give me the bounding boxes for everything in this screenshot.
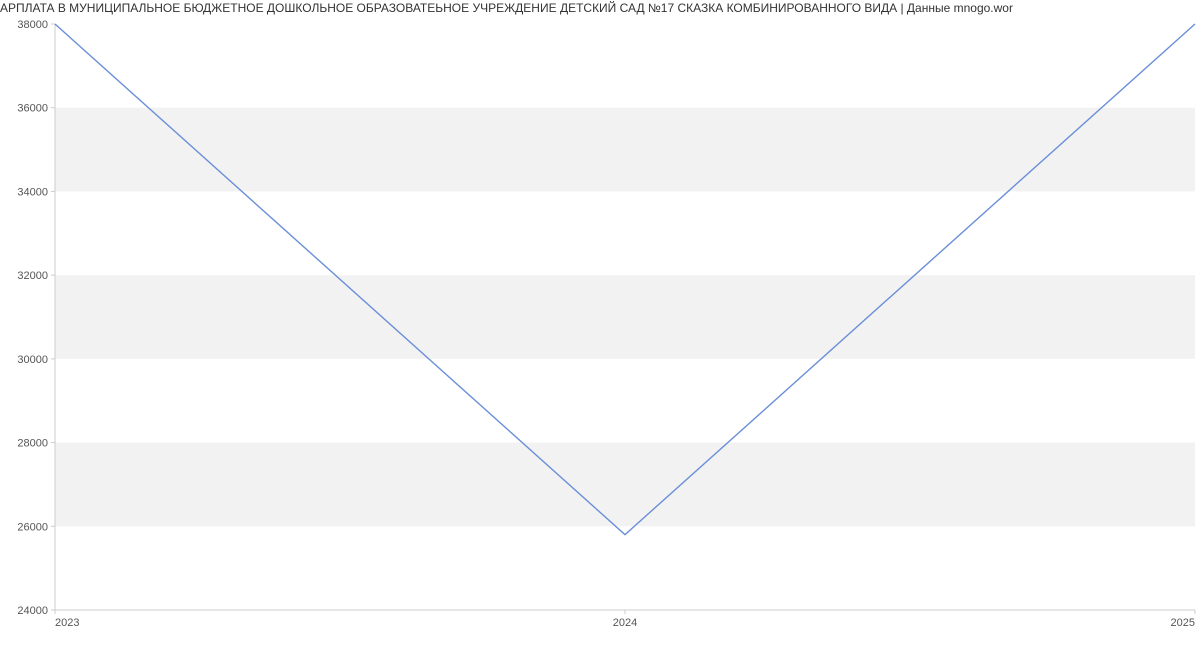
grid-band <box>55 108 1195 192</box>
salary-line-chart: АРПЛАТА В МУНИЦИПАЛЬНОЕ БЮДЖЕТНОЕ ДОШКОЛ… <box>0 0 1200 650</box>
y-tick-label: 30000 <box>17 354 48 366</box>
y-tick-label: 34000 <box>17 186 48 198</box>
x-tick-label: 2025 <box>1171 617 1195 629</box>
y-tick-label: 28000 <box>17 438 48 450</box>
y-tick-label: 32000 <box>17 270 48 282</box>
y-tick-label: 24000 <box>17 605 48 617</box>
grid-band <box>55 443 1195 527</box>
x-tick-label: 2023 <box>55 617 79 629</box>
x-tick-label: 2024 <box>613 617 637 629</box>
y-tick-label: 38000 <box>17 19 48 31</box>
y-tick-label: 36000 <box>17 103 48 115</box>
x-axis-ticks: 2023 2024 2025 <box>55 610 1195 629</box>
y-axis-ticks: 24000 26000 28000 30000 32000 34000 36000 38000 <box>17 19 55 617</box>
grid-bands <box>55 108 1195 527</box>
chart-title: АРПЛАТА В МУНИЦИПАЛЬНОЕ БЮДЖЕТНОЕ ДОШКОЛ… <box>0 0 1013 15</box>
y-tick-label: 26000 <box>17 521 48 533</box>
grid-band <box>55 275 1195 359</box>
